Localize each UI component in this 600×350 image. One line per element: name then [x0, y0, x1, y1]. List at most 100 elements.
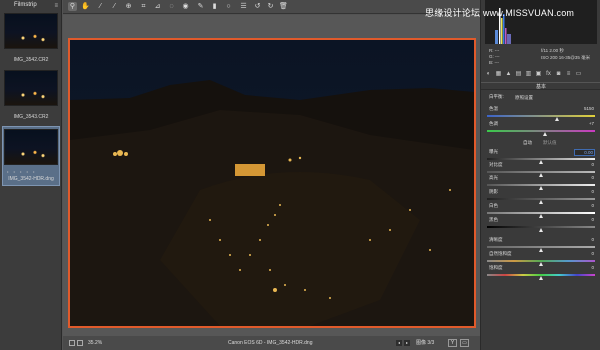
slider-thumb[interactable] [538, 160, 543, 164]
exposure-field[interactable]: 0.00 [574, 149, 595, 156]
slider-thumb[interactable] [538, 200, 543, 204]
presets-icon[interactable]: ≡ [565, 71, 572, 78]
filmstrip-item-label: IMG_3542-HDR.dng [8, 176, 54, 182]
slider-thumb[interactable] [538, 228, 543, 232]
b-label: B: [489, 60, 494, 65]
slider-thumb[interactable] [538, 262, 543, 266]
photo-preview [68, 38, 476, 328]
slider-label: 白色 [489, 203, 498, 208]
white-balance-select[interactable]: 原照设置 [515, 94, 581, 101]
auto-default-row: 自动 默认值 [481, 140, 600, 147]
default-button[interactable]: 默认值 [543, 140, 557, 146]
red-eye-icon[interactable]: ◉ [181, 2, 190, 11]
watermark-text: 思缘设计论坛 [425, 8, 481, 18]
tint-slider[interactable] [487, 130, 595, 132]
before-after-button[interactable]: Y [448, 339, 457, 347]
radial-filter-icon[interactable]: ○ [224, 2, 233, 11]
previous-image-button[interactable]: ◂ [396, 340, 402, 346]
slider-label: 自然饱和度 [489, 251, 512, 256]
temperature-slider[interactable] [487, 115, 595, 117]
slider-thumb[interactable] [538, 186, 543, 190]
slider-label: 饱和度 [489, 265, 503, 270]
slider-value[interactable]: 0 [591, 189, 594, 194]
preferences-icon[interactable]: ☰ [239, 2, 248, 11]
color-sampler-icon[interactable]: ⁄ [110, 2, 119, 11]
next-image-button[interactable]: ▸ [404, 340, 410, 346]
status-bar: 35.2% Canon EOS 6D - IMG_3542-HDR.dng ◂ … [63, 336, 480, 350]
filmstrip-thumbnail[interactable] [4, 70, 58, 106]
adjustment-panel: R: --- G: --- B: --- f/11 2.00 秒 ISO 200… [480, 0, 600, 350]
detail-icon[interactable]: ▲ [505, 71, 512, 78]
zoom-in-icon[interactable] [77, 340, 83, 346]
camera-calibration-icon[interactable]: ◙ [555, 71, 562, 78]
menu-icon[interactable]: ≡ [54, 1, 58, 11]
filmstrip-header: Filmstrip ≡ [0, 0, 61, 10]
slider-value[interactable]: 0 [591, 162, 594, 167]
r-value: --- [494, 48, 500, 53]
slider-thumb[interactable] [538, 248, 543, 252]
slider-thumb[interactable] [538, 173, 543, 177]
split-toning-icon[interactable]: ▥ [525, 71, 532, 78]
slider-value[interactable]: 0 [591, 251, 594, 256]
adjustment-brush-icon[interactable]: ✎ [196, 2, 205, 11]
zoom-level[interactable]: 35.2% [88, 336, 102, 350]
filmstrip-thumbnail[interactable] [4, 129, 58, 165]
temperature-slider-thumb[interactable] [555, 117, 559, 121]
image-counter: 图像 3/3 [416, 340, 435, 346]
lens-corrections-icon[interactable]: ▣ [535, 71, 542, 78]
pixel-info: R: --- G: --- B: --- f/11 2.00 秒 ISO 200… [485, 46, 597, 66]
filmstrip-thumbnail[interactable] [4, 13, 58, 49]
auto-button[interactable]: 自动 [523, 140, 532, 146]
crop-icon[interactable]: ⌗ [139, 2, 148, 11]
filmstrip-item-label: IMG_3543.CR2 [13, 114, 49, 120]
basic-panel-icon[interactable]: ◐ [485, 71, 492, 78]
tint-label: 色调 [489, 121, 498, 126]
slider-value[interactable]: 0 [591, 203, 594, 208]
panel-tabs: ◐ ▦ ▲ ▤ ▥ ▣ fx ◙ ≡ ▭ [483, 70, 599, 80]
target-adjust-icon[interactable]: ⊕ [124, 2, 133, 11]
slider-value[interactable]: 0 [591, 175, 594, 180]
white-balance-icon[interactable]: ⁄ [96, 2, 105, 11]
effects-icon[interactable]: fx [545, 71, 552, 78]
straighten-icon[interactable]: ⊿ [153, 2, 162, 11]
graduated-filter-icon[interactable]: ▮ [210, 2, 219, 11]
filmstrip-title: Filmstrip [14, 2, 37, 8]
tint-value[interactable]: +7 [589, 121, 594, 126]
snapshots-icon[interactable]: ▭ [575, 71, 582, 78]
slider-value[interactable]: 0 [591, 237, 594, 242]
white-balance-label: 白平衡: [489, 94, 504, 99]
rating-stars[interactable]: • • • • • [7, 169, 36, 174]
spot-removal-icon[interactable]: ◌ [167, 2, 176, 11]
zoom-icon[interactable]: ⚲ [68, 2, 77, 11]
rotate-left-icon[interactable]: ↺ [253, 2, 262, 11]
file-caption: Canon EOS 6D - IMG_3542-HDR.dng [228, 340, 313, 346]
slider-label: 高光 [489, 175, 498, 180]
image-canvas[interactable] [63, 15, 480, 336]
tone-curve-icon[interactable]: ▦ [495, 71, 502, 78]
filmstrip-item-label: IMG_3542.CR2 [13, 57, 49, 63]
slider-thumb[interactable] [538, 214, 543, 218]
zoom-out-icon[interactable] [69, 340, 75, 346]
night-town-photo [70, 80, 474, 326]
filmstrip-panel: Filmstrip ≡ IMG_3542.CR2 IMG_3543.CR2 • … [0, 0, 62, 350]
rotate-right-icon[interactable]: ↻ [266, 2, 275, 11]
tint-slider-thumb[interactable] [543, 132, 547, 136]
watermark-url: www.MISSVUAN.com [482, 8, 575, 18]
hsl-icon[interactable]: ▤ [515, 71, 522, 78]
slider-value[interactable]: 0 [591, 265, 594, 270]
trash-icon[interactable]: 🗑 [279, 2, 288, 11]
slider-value[interactable]: 0 [591, 217, 594, 222]
slider-label: 阴影 [489, 189, 498, 194]
slider-thumb[interactable] [538, 276, 543, 280]
toolbar: ⚲ ✋ ⁄ ⁄ ⊕ ⌗ ⊿ ◌ ◉ ✎ ▮ ○ ☰ ↺ ↻ 🗑 [63, 0, 480, 14]
compare-view-button[interactable]: ▭ [460, 339, 469, 347]
watermark: 思缘设计论坛 www.MISSVUAN.com [425, 6, 574, 19]
panel-title: 基本 [481, 82, 600, 90]
hand-icon[interactable]: ✋ [81, 2, 90, 11]
temperature-value[interactable]: 5150 [584, 106, 594, 111]
slider-label: 黑色 [489, 217, 498, 222]
g-value: --- [495, 54, 500, 59]
slider-label: 对比度 [489, 162, 503, 167]
slider-label: 清晰度 [489, 237, 503, 242]
slider-label: 曝光 [489, 149, 498, 154]
